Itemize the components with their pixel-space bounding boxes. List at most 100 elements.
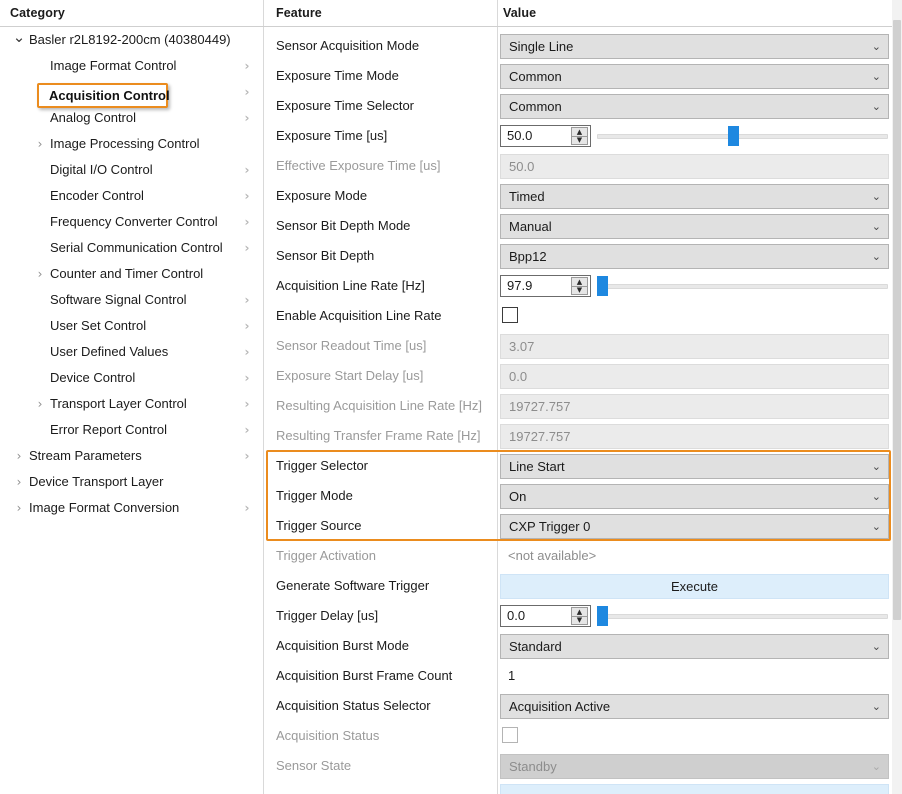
chevron-right-icon[interactable]: › bbox=[11, 469, 27, 495]
category-item-encoder-control[interactable]: Encoder Control › bbox=[0, 183, 263, 209]
selected-category-highlight[interactable]: Acquisition Control bbox=[37, 83, 170, 108]
category-item-image-format-conversion[interactable]: › Image Format Conversion › bbox=[0, 495, 263, 521]
stepper-down-icon[interactable]: ▼ bbox=[572, 136, 587, 144]
stepper-down-icon[interactable]: ▼ bbox=[572, 286, 587, 294]
category-item-transport-layer-control[interactable]: › Transport Layer Control › bbox=[0, 391, 263, 417]
chevron-right-icon[interactable]: › bbox=[241, 391, 253, 417]
chevron-down-icon[interactable]: ⌄ bbox=[872, 695, 881, 718]
value-cell-trigger-delay-us: 0.0 ▲ ▼ bbox=[498, 601, 892, 631]
stepper-down-icon[interactable]: ▼ bbox=[572, 616, 587, 624]
category-item-digital-i-o-control[interactable]: Digital I/O Control › bbox=[0, 157, 263, 183]
chevron-down-icon[interactable]: ⌄ bbox=[872, 515, 881, 538]
spinbox-trigger-delay-us[interactable]: 0.0 ▲ ▼ bbox=[500, 605, 591, 627]
slider-handle[interactable] bbox=[597, 606, 608, 626]
category-item-counter-and-timer-control[interactable]: › Counter and Timer Control bbox=[0, 261, 263, 287]
combobox-trigger-selector[interactable]: Line Start ⌄ bbox=[500, 454, 889, 479]
stepper-up-icon[interactable]: ▲ bbox=[572, 608, 587, 616]
chevron-down-icon[interactable]: ⌄ bbox=[872, 755, 881, 778]
stepper-up-icon[interactable]: ▲ bbox=[572, 128, 587, 136]
combobox-exposure-time-mode[interactable]: Common ⌄ bbox=[500, 64, 889, 89]
spinbox-stepper[interactable]: ▲ ▼ bbox=[571, 607, 588, 625]
slider-handle[interactable] bbox=[597, 276, 608, 296]
chevron-down-icon[interactable]: ⌄ bbox=[872, 485, 881, 508]
stepper-up-icon[interactable]: ▲ bbox=[572, 278, 587, 286]
combobox-trigger-mode[interactable]: On ⌄ bbox=[500, 484, 889, 509]
category-item-analog-control[interactable]: Analog Control › bbox=[0, 105, 263, 131]
slider-handle[interactable] bbox=[727, 126, 739, 146]
combobox-acquisition-status-selector[interactable]: Acquisition Active ⌄ bbox=[500, 694, 889, 719]
chevron-right-icon[interactable]: › bbox=[241, 313, 253, 339]
slider-trigger-delay-us[interactable] bbox=[597, 605, 888, 627]
scrollbar-thumb[interactable] bbox=[893, 20, 901, 620]
chevron-down-icon[interactable]: ⌄ bbox=[872, 455, 881, 478]
vertical-scrollbar[interactable] bbox=[892, 0, 902, 794]
combobox-value: Standard bbox=[509, 639, 562, 654]
category-item-image-processing-control[interactable]: › Image Processing Control bbox=[0, 131, 263, 157]
slider-acquisition-line-rate-hz[interactable] bbox=[597, 275, 888, 297]
chevron-down-icon[interactable]: ⌄ bbox=[11, 27, 27, 47]
chevron-down-icon[interactable]: ⌄ bbox=[872, 245, 881, 268]
chevron-down-icon[interactable]: ⌄ bbox=[872, 215, 881, 238]
partial-execute-button[interactable] bbox=[500, 784, 889, 794]
category-item-error-report-control[interactable]: Error Report Control › bbox=[0, 417, 263, 443]
slider-track[interactable] bbox=[597, 134, 888, 139]
category-item-device-transport-layer[interactable]: › Device Transport Layer bbox=[0, 469, 263, 495]
spinbox-exposure-time-us[interactable]: 50.0 ▲ ▼ bbox=[500, 125, 591, 147]
chevron-right-icon[interactable]: › bbox=[32, 391, 48, 417]
combobox-sensor-bit-depth[interactable]: Bpp12 ⌄ bbox=[500, 244, 889, 269]
chevron-right-icon[interactable]: › bbox=[241, 443, 253, 469]
chevron-right-icon[interactable]: › bbox=[11, 495, 27, 521]
chevron-right-icon[interactable]: › bbox=[241, 235, 253, 261]
category-item-label: Counter and Timer Control bbox=[50, 266, 204, 281]
combobox-trigger-source[interactable]: CXP Trigger 0 ⌄ bbox=[500, 514, 889, 539]
chevron-down-icon[interactable]: ⌄ bbox=[872, 185, 881, 208]
category-item-label: Software Signal Control bbox=[50, 292, 187, 307]
category-item-label: Stream Parameters bbox=[29, 448, 142, 463]
category-item-software-signal-control[interactable]: Software Signal Control › bbox=[0, 287, 263, 313]
chevron-right-icon[interactable]: › bbox=[241, 53, 253, 79]
category-item-frequency-converter-control[interactable]: Frequency Converter Control › bbox=[0, 209, 263, 235]
chevron-right-icon[interactable]: › bbox=[241, 287, 253, 313]
chevron-right-icon[interactable]: › bbox=[241, 495, 253, 521]
spinbox-stepper[interactable]: ▲ ▼ bbox=[571, 277, 588, 295]
chevron-right-icon[interactable]: › bbox=[241, 79, 253, 105]
combobox-exposure-mode[interactable]: Timed ⌄ bbox=[500, 184, 889, 209]
chevron-right-icon[interactable]: › bbox=[32, 131, 48, 157]
combobox-exposure-time-selector[interactable]: Common ⌄ bbox=[500, 94, 889, 119]
combobox-acquisition-burst-mode[interactable]: Standard ⌄ bbox=[500, 634, 889, 659]
chevron-right-icon[interactable]: › bbox=[241, 365, 253, 391]
category-item-user-set-control[interactable]: User Set Control › bbox=[0, 313, 263, 339]
chevron-right-icon[interactable]: › bbox=[11, 443, 27, 469]
combobox-sensor-bit-depth-mode[interactable]: Manual ⌄ bbox=[500, 214, 889, 239]
chevron-right-icon[interactable]: › bbox=[32, 261, 48, 287]
chevron-down-icon[interactable]: ⌄ bbox=[872, 95, 881, 118]
chevron-down-icon[interactable]: ⌄ bbox=[872, 35, 881, 58]
category-item-device-control[interactable]: Device Control › bbox=[0, 365, 263, 391]
execute-button-generate-software-trigger[interactable]: Execute bbox=[500, 574, 889, 599]
chevron-right-icon[interactable]: › bbox=[241, 157, 253, 183]
category-item-user-defined-values[interactable]: User Defined Values › bbox=[0, 339, 263, 365]
slider-track[interactable] bbox=[597, 614, 888, 619]
chevron-right-icon[interactable]: › bbox=[241, 417, 253, 443]
spinbox-stepper[interactable]: ▲ ▼ bbox=[571, 127, 588, 145]
combobox-value: Manual bbox=[509, 219, 552, 234]
chevron-right-icon[interactable]: › bbox=[241, 105, 253, 131]
chevron-down-icon[interactable]: ⌄ bbox=[872, 65, 881, 88]
feature-label-sensor-acquisition-mode: Sensor Acquisition Mode bbox=[276, 38, 420, 53]
category-item-stream-parameters[interactable]: › Stream Parameters › bbox=[0, 443, 263, 469]
checkbox-enable-acquisition-line-rate[interactable] bbox=[502, 307, 518, 323]
chevron-right-icon[interactable]: › bbox=[241, 183, 253, 209]
spinbox-value: 50.0 bbox=[507, 128, 533, 143]
chevron-right-icon[interactable]: › bbox=[241, 209, 253, 235]
spinbox-acquisition-line-rate-hz[interactable]: 97.9 ▲ ▼ bbox=[500, 275, 591, 297]
category-item-image-format-control[interactable]: Image Format Control › bbox=[0, 53, 263, 79]
chevron-down-icon[interactable]: ⌄ bbox=[872, 635, 881, 658]
combobox-sensor-acquisition-mode[interactable]: Single Line ⌄ bbox=[500, 34, 889, 59]
feature-label-acquisition-status-selector: Acquisition Status Selector bbox=[276, 698, 431, 713]
category-item-serial-communication-control[interactable]: Serial Communication Control › bbox=[0, 235, 263, 261]
slider-track[interactable] bbox=[597, 284, 888, 289]
category-item-label: Image Processing Control bbox=[50, 136, 200, 151]
slider-exposure-time-us[interactable] bbox=[597, 125, 888, 147]
category-item-basler-r2l8192-200cm-40380449[interactable]: ⌄ Basler r2L8192-200cm (40380449) bbox=[0, 27, 263, 53]
chevron-right-icon[interactable]: › bbox=[241, 339, 253, 365]
